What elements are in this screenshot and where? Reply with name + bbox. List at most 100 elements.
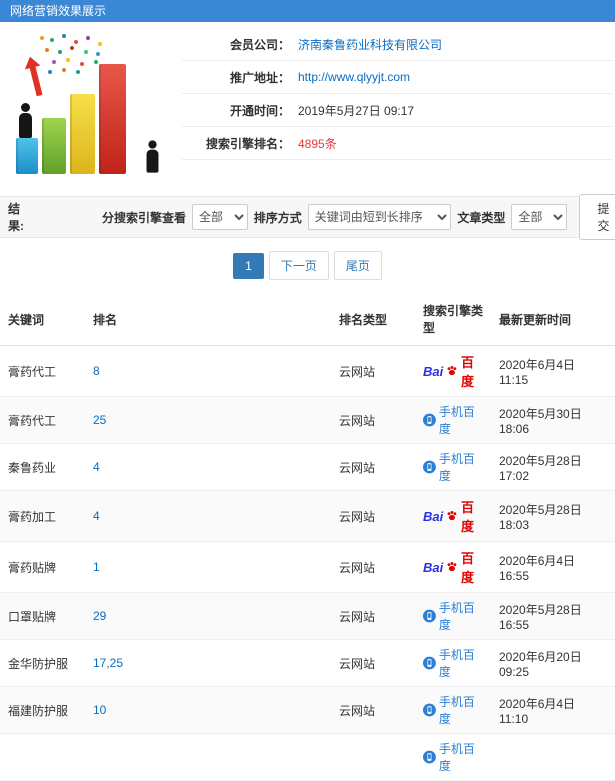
promo-url-link[interactable]: http://www.qlyyjt.com: [298, 70, 410, 84]
mobile-baidu-icon: [423, 413, 436, 427]
table-row: 福建防护服 10 云网站 手机百度 2020年6月4日 11:10: [0, 686, 615, 734]
keyword-cell: 金华防护服: [0, 639, 85, 687]
sort-filter-label: 排序方式: [253, 210, 302, 225]
mobile-baidu-badge: 手机百度: [423, 403, 483, 437]
mobile-baidu-icon: [423, 703, 436, 717]
keyword-cell: [0, 733, 85, 781]
company-link[interactable]: 济南秦鲁药业科技有限公司: [298, 36, 442, 53]
engine-filter-label: 分搜索引擎查看: [101, 210, 186, 225]
table-row: 金华防护服 17,25 云网站 手机百度 2020年6月20日 09:25: [0, 639, 615, 687]
rank-type-cell: 云网站: [331, 592, 415, 640]
table-row: 秦鲁药业 4 云网站 手机百度 2020年5月28日 17:02: [0, 443, 615, 491]
rank-cell: [85, 733, 331, 781]
mobile-baidu-badge: 手机百度: [423, 599, 483, 633]
rank-type-cell: 云网站: [331, 541, 415, 593]
chart-bar-yellow: [70, 94, 95, 174]
mobile-baidu-badge: 手机百度: [423, 693, 483, 727]
updated-time-cell: [491, 733, 615, 781]
table-row: 膏药代工 25 云网站 手机百度 2020年5月30日 18:06: [0, 396, 615, 444]
page-title-bar: 网络营销效果展示: [0, 0, 615, 22]
updated-time-cell: 2020年6月4日 16:55: [491, 541, 615, 593]
rank-link[interactable]: 10: [93, 703, 106, 717]
rank-count-value: 4895条: [298, 136, 337, 151]
last-page-button[interactable]: 尾页: [333, 251, 382, 280]
header-rank: 排名: [85, 293, 331, 346]
updated-time-cell: 2020年6月4日 11:15: [491, 345, 615, 397]
rank-cell: 4: [85, 490, 331, 542]
rank-link[interactable]: 1: [93, 560, 100, 574]
engine-type-cell: 手机百度: [415, 639, 491, 687]
rank-link[interactable]: 4: [93, 460, 100, 474]
rank-link[interactable]: 8: [93, 364, 100, 378]
page-title: 网络营销效果展示: [10, 4, 107, 18]
baidu-paw-icon: [447, 511, 457, 521]
mobile-baidu-icon: [423, 460, 436, 474]
engine-type-cell: Bai 百度: [415, 490, 491, 542]
engine-type-cell: 手机百度: [415, 592, 491, 640]
baidu-logo: Bai 百度: [423, 551, 475, 585]
rank-count-label: 搜索引擎排名：: [205, 136, 290, 151]
rank-cell: 4: [85, 443, 331, 491]
baidu-paw-icon: [447, 562, 457, 572]
results-header-row: 关键词 排名 排名类型 搜索引擎类型 最新更新时间: [0, 293, 615, 346]
info-row-company: 会员公司： 济南秦鲁药业科技有限公司: [182, 28, 613, 61]
keyword-cell: 膏药代工: [0, 396, 85, 444]
keyword-cell: 膏药代工: [0, 345, 85, 397]
header-keyword: 关键词: [0, 293, 85, 346]
rank-type-cell: 云网站: [331, 345, 415, 397]
engine-type-cell: Bai 百度: [415, 345, 491, 397]
table-row: 口罩贴牌 29 云网站 手机百度 2020年5月28日 16:55: [0, 592, 615, 640]
keyword-cell: 膏药加工: [0, 490, 85, 542]
rank-cell: 1: [85, 541, 331, 593]
page-button-current[interactable]: 1: [233, 252, 264, 279]
info-row-url: 推广地址： http://www.qlyyjt.com: [182, 61, 613, 94]
keyword-cell: 福建防护服: [0, 686, 85, 734]
info-row-open-time: 开通时间： 2019年5月27日 09:17: [182, 94, 613, 127]
rank-type-cell: 云网站: [331, 686, 415, 734]
rank-link[interactable]: 17,25: [93, 656, 123, 670]
member-info-section: 会员公司： 济南秦鲁药业科技有限公司 推广地址： http://www.qlyy…: [0, 22, 615, 180]
keyword-cell: 口罩贴牌: [0, 592, 85, 640]
growth-arrow-icon: [29, 65, 43, 97]
filter-bar: 结果: 分搜索引擎查看 全部 排序方式 关键词由短到长排序 文章类型 全部 提交: [0, 194, 615, 240]
header-engine-type: 搜索引擎类型: [415, 293, 491, 346]
engine-type-cell: Bai 百度: [415, 541, 491, 593]
table-row: 膏药代工 8 云网站 Bai 百度 2020年6月4日 11:15: [0, 345, 615, 397]
mobile-baidu-icon: [423, 750, 436, 764]
mobile-baidu-icon: [423, 656, 436, 670]
article-type-label: 文章类型: [457, 210, 506, 225]
chart-bar-green: [42, 118, 66, 174]
next-page-button[interactable]: 下一页: [268, 251, 329, 280]
rank-cell: 29: [85, 592, 331, 640]
baidu-logo: Bai 百度: [423, 355, 475, 389]
keyword-cell: 秦鲁药业: [0, 443, 85, 491]
mobile-baidu-badge: 手机百度: [423, 646, 483, 680]
result-label: 结果:: [8, 202, 24, 233]
article-type-select[interactable]: 全部: [511, 204, 568, 230]
rank-cell: 17,25: [85, 639, 331, 687]
rank-link[interactable]: 25: [93, 413, 106, 427]
sort-filter-select[interactable]: 关键词由短到长排序: [307, 204, 452, 230]
engine-filter-select[interactable]: 全部: [192, 204, 248, 230]
updated-time-cell: 2020年6月4日 11:10: [491, 686, 615, 734]
baidu-paw-icon: [447, 366, 457, 376]
filter-controls: 分搜索引擎查看 全部 排序方式 关键词由短到长排序 文章类型 全部 提交: [102, 194, 615, 240]
updated-time-cell: 2020年5月28日 18:03: [491, 490, 615, 542]
rank-type-cell: 云网站: [331, 396, 415, 444]
rank-cell: 25: [85, 396, 331, 444]
mobile-baidu-badge: 手机百度: [423, 450, 483, 484]
rank-link[interactable]: 4: [93, 509, 100, 523]
open-time-value: 2019年5月27日 09:17: [298, 103, 415, 118]
updated-time-cell: 2020年6月20日 09:25: [491, 639, 615, 687]
table-row: 膏药加工 4 云网站 Bai 百度 2020年5月28日 18:03: [0, 490, 615, 542]
updated-time-cell: 2020年5月30日 18:06: [491, 396, 615, 444]
rank-link[interactable]: 29: [93, 609, 106, 623]
promo-url-label: 推广地址：: [229, 70, 290, 85]
info-row-rank-count: 搜索引擎排名： 4895条: [182, 127, 613, 160]
rank-type-cell: 云网站: [331, 443, 415, 491]
pagination: 1 下一页 尾页: [0, 251, 615, 280]
mobile-baidu-icon: [423, 609, 436, 623]
table-row: 手机百度: [0, 733, 615, 781]
submit-button[interactable]: 提交: [579, 194, 615, 240]
businessman-figure-left: [19, 103, 32, 138]
